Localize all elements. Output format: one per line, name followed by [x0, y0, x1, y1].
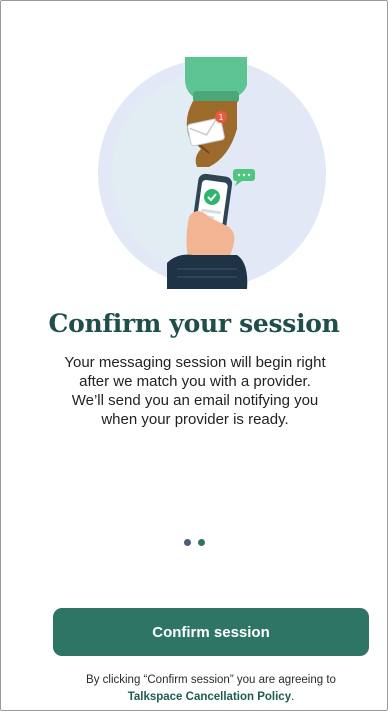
- page-title: Confirm your session: [48, 309, 340, 338]
- session-description: Your messaging session will begin right …: [64, 354, 326, 428]
- pagination-indicator: [1, 539, 387, 546]
- page-dot-2-active[interactable]: [197, 539, 205, 546]
- confirm-session-button[interactable]: Confirm session: [53, 608, 369, 656]
- check-circle-icon: [204, 189, 220, 205]
- page-dot-1[interactable]: [183, 539, 191, 546]
- svg-text:1: 1: [218, 113, 223, 122]
- screen-frame: 1 Confirm your session Your messaging se…: [0, 0, 388, 711]
- hands-exchange-illustration: 1: [98, 57, 326, 289]
- confirm-session-label: Confirm session: [152, 623, 270, 641]
- legal-period: .: [291, 691, 295, 703]
- cancellation-policy-link[interactable]: Talkspace Cancellation Policy: [128, 691, 291, 703]
- legal-notice: By clicking “Confirm session” you are ag…: [53, 672, 369, 706]
- legal-text: By clicking “Confirm session” you are ag…: [86, 674, 336, 686]
